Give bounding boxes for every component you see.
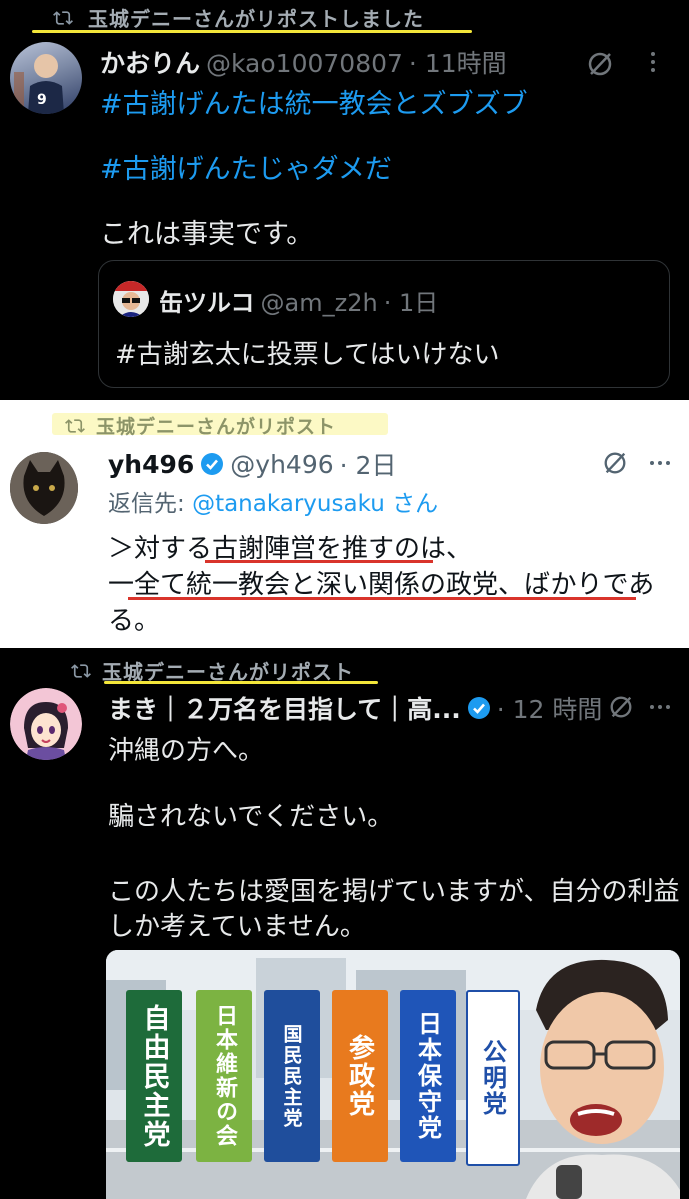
quote-handle: @am_z2h: [260, 289, 378, 317]
post-line-3: この人たちは愛国を掲げていますが、自分の利益: [108, 877, 680, 907]
post-time[interactable]: · 2日: [340, 446, 397, 482]
quoted-post[interactable]: 缶ツルコ @am_z2h · 1日 #古謝玄太に投票してはいけない: [98, 260, 670, 388]
cartoon-man-illustration: [526, 959, 680, 1199]
reply-context: 返信先: @tanakaryusaku さん: [108, 484, 438, 518]
author-row: かおりん @kao10070807 · 11時間: [100, 44, 507, 80]
red-underline-2: [128, 597, 636, 600]
post-maki: 玉城デニーさんがリポスト まき｜２万名を目指して｜高... · 12 時間 沖縄…: [0, 648, 689, 1199]
banner-sanseito: 参政党: [332, 990, 388, 1162]
more-options-icon[interactable]: [650, 461, 670, 465]
post-line-2: 騙されないでください。: [108, 802, 394, 832]
reply-to-link[interactable]: @tanakaryusaku: [192, 491, 385, 517]
avatar[interactable]: [10, 688, 82, 760]
banner-kokumin: 国民民主党: [264, 990, 320, 1162]
quote-author-row: 缶ツルコ @am_z2h · 1日: [159, 283, 438, 318]
banner-ldp: 自由民主党: [126, 990, 182, 1162]
reply-suffix: さん: [384, 491, 439, 517]
author-name[interactable]: かおりん: [100, 44, 200, 80]
banner-ishin: 日本維新の会: [196, 990, 252, 1162]
quote-text: #古謝玄太に投票してはいけない: [115, 340, 500, 370]
post-line-3: る。: [108, 606, 161, 636]
post-line-2: 一全て統一教会と深い関係の政党、ばかりであ: [108, 570, 655, 600]
svg-text:9: 9: [37, 92, 47, 108]
verified-badge-icon: [201, 453, 224, 475]
post-time[interactable]: · 11時間: [409, 44, 507, 80]
quote-time: · 1日: [383, 289, 439, 317]
grok-icon[interactable]: [586, 50, 614, 78]
repost-icon: [53, 10, 73, 25]
post-yh496: 玉城デニーさんがリポスト yh496 @yh496 · 2日 返信先: @tan…: [0, 400, 689, 648]
post-time[interactable]: · 12 時間: [497, 690, 603, 726]
more-options-icon[interactable]: [650, 705, 670, 709]
quote-author-name: 缶ツルコ: [159, 289, 255, 317]
repost-header: 玉城デニーさんがリポストしました: [52, 3, 424, 32]
author-row: yh496 @yh496 · 2日: [108, 446, 396, 482]
highlight-underline: [104, 681, 378, 684]
author-row: まき｜２万名を目指して｜高... · 12 時間: [108, 690, 602, 726]
banner-kokumin-text: 国民民主党: [280, 1023, 303, 1129]
repost-icon: [71, 663, 91, 678]
post-text: これは事実です。: [100, 219, 314, 250]
reply-prefix: 返信先:: [108, 491, 193, 517]
post-line-4: しか考えていません。: [108, 912, 366, 942]
red-underline-1: [205, 560, 433, 563]
avatar[interactable]: 9: [10, 42, 82, 114]
avatar-photo: 9: [14, 54, 64, 114]
verified-badge-icon: [467, 697, 490, 719]
banner-ldp-text: 自由民主党: [138, 1003, 170, 1149]
author-name[interactable]: yh496: [108, 450, 194, 479]
hashtag-1[interactable]: #古謝げんたは統一教会とズブズブ: [100, 82, 528, 121]
hashtag-2[interactable]: #古謝げんたじゃダメだ: [100, 147, 392, 186]
attached-image[interactable]: 自由民主党 日本維新の会 国民民主党 参政党 日本保守党 公明党: [106, 950, 680, 1199]
banner-hoshu: 日本保守党: [400, 990, 456, 1162]
author-name[interactable]: まき｜２万名を目指して｜高...: [108, 690, 461, 726]
author-handle[interactable]: @yh496: [230, 450, 333, 479]
banner-ishin-text: 日本維新の会: [212, 1004, 237, 1148]
author-handle[interactable]: @kao10070807: [206, 49, 403, 78]
post-kaorin: 玉城デニーさんがリポストしました 9 かおりん @kao10070807 · 1…: [0, 0, 689, 400]
more-options-icon[interactable]: [651, 52, 655, 72]
banner-hoshu-text: 日本保守党: [413, 1011, 442, 1141]
highlight-marker: [52, 413, 388, 435]
grok-icon[interactable]: [602, 450, 628, 476]
avatar[interactable]: [10, 452, 78, 524]
avatar-anime-girl: [10, 688, 82, 760]
grok-icon[interactable]: [608, 694, 634, 720]
quote-avatar[interactable]: [113, 281, 149, 317]
quote-avatar-image: [113, 281, 149, 317]
avatar-cat: [10, 452, 78, 524]
banner-sanseito-text: 参政党: [344, 1034, 375, 1118]
post-line-1: 沖縄の方へ。: [108, 736, 265, 766]
highlight-underline: [32, 30, 472, 33]
repost-label: 玉城デニーさんがリポストしました: [88, 7, 424, 31]
